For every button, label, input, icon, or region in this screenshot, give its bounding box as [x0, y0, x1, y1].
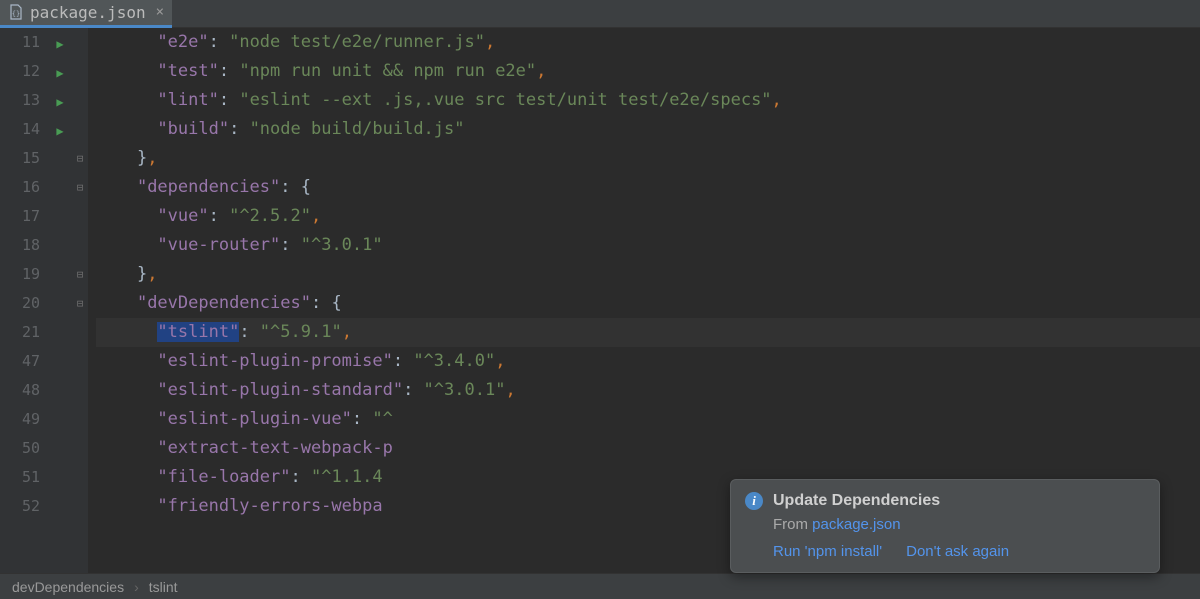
file-tab[interactable]: {} package.json × — [0, 0, 172, 28]
run-icon[interactable]: ▶ — [48, 117, 72, 146]
fold-icon[interactable]: ⊟ — [72, 144, 88, 173]
code-line[interactable]: "eslint-plugin-standard": "^3.0.1", — [96, 376, 1200, 405]
popup-body: From package.json — [773, 516, 1145, 533]
line-number: 51 — [0, 463, 40, 492]
fold-icon[interactable]: ⊟ — [72, 289, 88, 318]
run-npm-install-link[interactable]: Run 'npm install' — [773, 543, 882, 560]
line-number: 50 — [0, 434, 40, 463]
fold-icon[interactable]: ⊟ — [72, 260, 88, 289]
line-number: 19 — [0, 260, 40, 289]
tab-filename: package.json — [30, 3, 146, 22]
line-number: 13 — [0, 86, 40, 115]
svg-text:{}: {} — [12, 10, 20, 18]
code-line[interactable]: "vue-router": "^3.0.1" — [96, 231, 1200, 260]
code-line[interactable]: "vue": "^2.5.2", — [96, 202, 1200, 231]
chevron-right-icon: › — [134, 579, 139, 595]
line-number-gutter: 1112131415161718192021474849505152 — [0, 28, 48, 573]
code-line[interactable]: }, — [96, 144, 1200, 173]
code-line[interactable]: "dependencies": { — [96, 173, 1200, 202]
line-number: 18 — [0, 231, 40, 260]
code-line[interactable]: }, — [96, 260, 1200, 289]
run-icon[interactable]: ▶ — [48, 88, 72, 117]
line-number: 16 — [0, 173, 40, 202]
line-number: 49 — [0, 405, 40, 434]
code-line[interactable]: "extract-text-webpack-p — [96, 434, 1200, 463]
line-number: 21 — [0, 318, 40, 347]
line-number: 11 — [0, 28, 40, 57]
breadcrumb: devDependencies › tslint — [0, 573, 1200, 599]
code-line[interactable]: "build": "node build/build.js" — [96, 115, 1200, 144]
dont-ask-again-link[interactable]: Don't ask again — [906, 543, 1009, 560]
code-line[interactable]: "devDependencies": { — [96, 289, 1200, 318]
line-number: 14 — [0, 115, 40, 144]
line-number: 15 — [0, 144, 40, 173]
code-line[interactable]: "e2e": "node test/e2e/runner.js", — [96, 28, 1200, 57]
run-icon[interactable]: ▶ — [48, 59, 72, 88]
code-line[interactable]: "lint": "eslint --ext .js,.vue src test/… — [96, 86, 1200, 115]
tab-bar: {} package.json × — [0, 0, 1200, 28]
close-icon[interactable]: × — [156, 4, 164, 20]
line-number: 12 — [0, 57, 40, 86]
fold-gutter: ⊟⊟⊟⊟ — [72, 28, 88, 573]
notification-popup: i Update Dependencies From package.json … — [730, 479, 1160, 573]
popup-title: Update Dependencies — [773, 492, 940, 510]
line-number: 48 — [0, 376, 40, 405]
code-line[interactable]: "eslint-plugin-promise": "^3.4.0", — [96, 347, 1200, 376]
line-number: 20 — [0, 289, 40, 318]
code-line[interactable]: "tslint": "^5.9.1", — [96, 318, 1200, 347]
line-number: 52 — [0, 492, 40, 521]
json-file-icon: {} — [8, 4, 24, 20]
run-icon[interactable]: ▶ — [48, 30, 72, 59]
breadcrumb-item[interactable]: tslint — [149, 579, 178, 595]
run-gutter: ▶▶▶▶ — [48, 28, 72, 573]
line-number: 17 — [0, 202, 40, 231]
code-line[interactable]: "test": "npm run unit && npm run e2e", — [96, 57, 1200, 86]
fold-icon[interactable]: ⊟ — [72, 173, 88, 202]
popup-filename-link[interactable]: package.json — [812, 516, 900, 533]
code-line[interactable]: "eslint-plugin-vue": "^ — [96, 405, 1200, 434]
breadcrumb-item[interactable]: devDependencies — [12, 579, 124, 595]
info-icon: i — [745, 492, 763, 510]
line-number: 47 — [0, 347, 40, 376]
